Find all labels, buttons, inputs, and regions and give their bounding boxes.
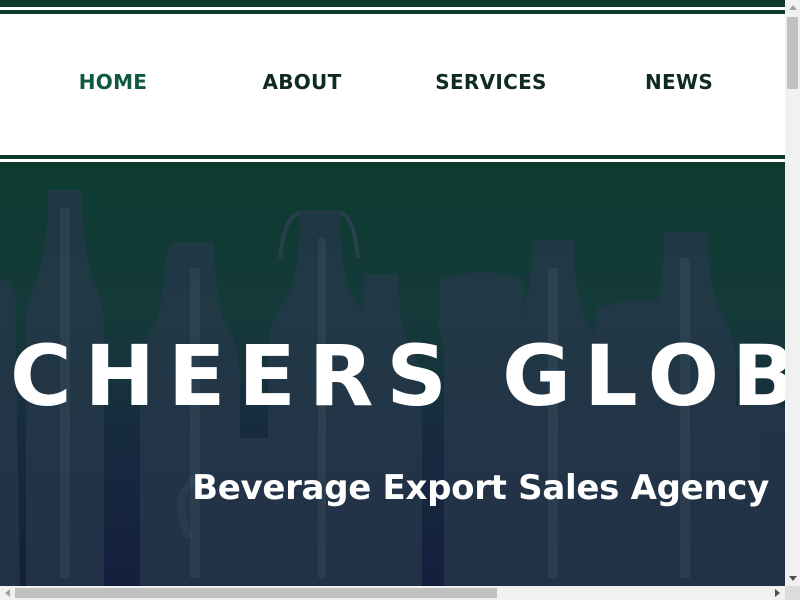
nav-bottom-border (0, 154, 785, 168)
nav-about-link[interactable]: ABOUT (207, 70, 397, 94)
top-border-bar (0, 0, 785, 7)
chevron-up-icon[interactable] (785, 0, 800, 15)
main-navigation: HOME ABOUT SERVICES NEWS (0, 16, 785, 154)
vertical-scrollbar[interactable] (785, 0, 800, 586)
hero-subtitle: Beverage Export Sales Agency (192, 468, 769, 508)
vertical-scroll-thumb[interactable] (787, 17, 798, 89)
horizontal-scroll-thumb[interactable] (15, 588, 497, 598)
horizontal-scrollbar[interactable] (0, 586, 785, 600)
scrollbar-corner (785, 586, 800, 600)
nav-home-link[interactable]: HOME (18, 70, 208, 94)
nav-news-link[interactable]: NEWS (584, 70, 774, 94)
chevron-right-icon[interactable] (770, 586, 785, 600)
top-border-line (0, 10, 785, 14)
nav-bottom-line (0, 155, 785, 159)
chevron-down-icon[interactable] (785, 571, 800, 586)
hero-banner: CHEERS GLOB Beverage Export Sales Agency (0, 168, 785, 586)
chevron-left-icon[interactable] (0, 586, 15, 600)
nav-services-link[interactable]: SERVICES (396, 70, 586, 94)
header-top-border (0, 0, 785, 16)
hero-title: CHEERS GLOB (10, 327, 785, 425)
